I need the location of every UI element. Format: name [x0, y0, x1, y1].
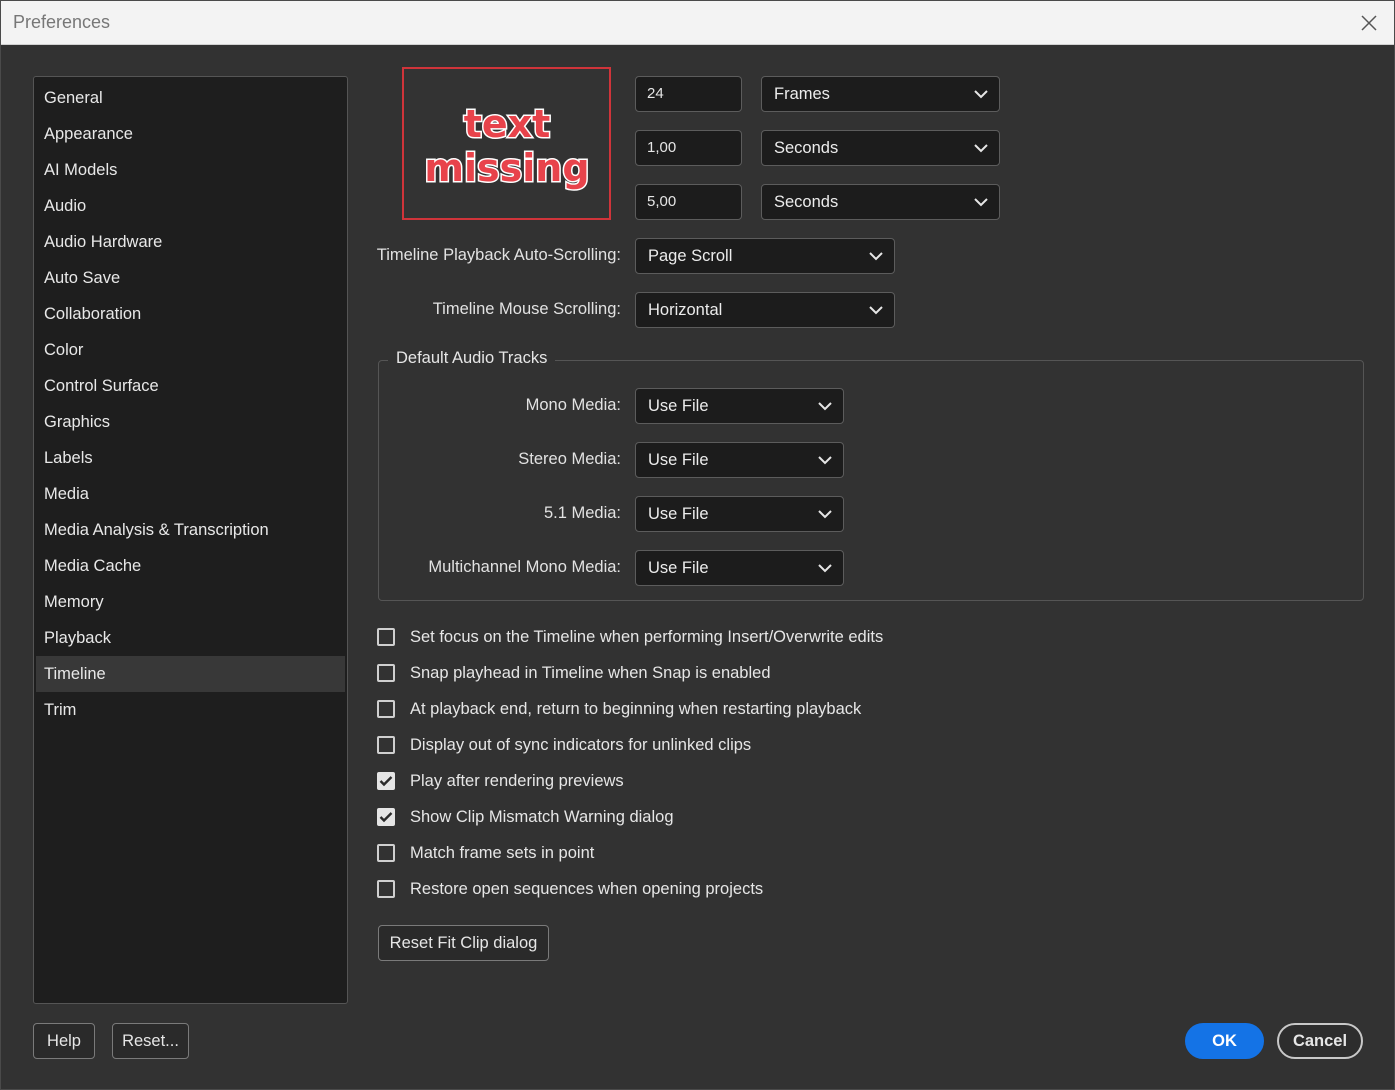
sidebar-item-media-analysis[interactable]: Media Analysis & Transcription: [36, 512, 345, 548]
chevron-down-icon: [818, 510, 832, 519]
sidebar-item-memory[interactable]: Memory: [36, 584, 345, 620]
duration-field-3[interactable]: 5,00: [635, 184, 742, 220]
checkbox-label: Snap playhead in Timeline when Snap is e…: [410, 663, 771, 682]
multichannel-mono-label: Multichannel Mono Media:: [428, 558, 621, 576]
duration-unit-dropdown-1[interactable]: Frames: [761, 76, 1000, 112]
stereo-media-label: Stereo Media:: [518, 450, 621, 468]
checkbox-box[interactable]: [377, 772, 395, 790]
dropdown-value: Seconds: [774, 193, 839, 211]
checkbox-box[interactable]: [377, 808, 395, 826]
sidebar-item-ai-models[interactable]: AI Models: [36, 152, 345, 188]
auto-scrolling-dropdown[interactable]: Page Scroll: [635, 238, 895, 274]
checkbox-match-frame[interactable]: Match frame sets in point: [377, 841, 594, 865]
sidebar-item-audio[interactable]: Audio: [36, 188, 345, 224]
sidebar-item-color[interactable]: Color: [36, 332, 345, 368]
mouse-scrolling-dropdown[interactable]: Horizontal: [635, 292, 895, 328]
ok-button[interactable]: OK: [1185, 1023, 1264, 1059]
dropdown-value: Horizontal: [648, 301, 723, 319]
dropdown-value: Page Scroll: [648, 247, 733, 265]
sidebar-item-playback[interactable]: Playback: [36, 620, 345, 656]
multichannel-mono-dropdown[interactable]: Use File: [635, 550, 844, 586]
sidebar-item-audio-hardware[interactable]: Audio Hardware: [36, 224, 345, 260]
dropdown-value: Use File: [648, 397, 709, 415]
dropdown-value: Use File: [648, 559, 709, 577]
surround-media-label: 5.1 Media:: [543, 504, 621, 522]
checkbox-label: Match frame sets in point: [410, 843, 595, 862]
chevron-down-icon: [818, 564, 832, 573]
svg-text:text: text: [463, 102, 550, 146]
sidebar-item-appearance[interactable]: Appearance: [36, 116, 345, 152]
chevron-down-icon: [818, 402, 832, 411]
window-title: Preferences: [13, 12, 111, 32]
help-button[interactable]: Help: [33, 1023, 95, 1059]
stereo-media-dropdown[interactable]: Use File: [635, 442, 844, 478]
group-title: Default Audio Tracks: [388, 349, 556, 368]
chevron-down-icon: [974, 144, 988, 153]
dropdown-value: Use File: [648, 505, 709, 523]
sidebar-item-graphics[interactable]: Graphics: [36, 404, 345, 440]
missing-text-placeholder: text missing: [402, 67, 611, 220]
svg-text:missing: missing: [424, 146, 589, 190]
preferences-dialog: Preferences General Appearance AI Models…: [0, 0, 1395, 1090]
missing-text-graphic: text missing: [422, 100, 590, 191]
chevron-down-icon: [869, 252, 883, 261]
mono-media-label: Mono Media:: [525, 396, 621, 414]
sidebar-item-media[interactable]: Media: [36, 476, 345, 512]
sidebar-item-labels[interactable]: Labels: [36, 440, 345, 476]
sidebar-item-auto-save[interactable]: Auto Save: [36, 260, 345, 296]
checkbox-label: At playback end, return to beginning whe…: [410, 699, 862, 718]
close-button[interactable]: [1353, 7, 1385, 39]
reset-fit-clip-button[interactable]: Reset Fit Clip dialog: [378, 925, 549, 961]
checkbox-box[interactable]: [377, 736, 395, 754]
checkmark-icon: [379, 812, 393, 823]
duration-field-2[interactable]: 1,00: [635, 130, 742, 166]
sidebar-item-general[interactable]: General: [36, 80, 345, 116]
checkbox-set-focus[interactable]: Set focus on the Timeline when performin…: [377, 625, 883, 649]
cancel-button[interactable]: Cancel: [1277, 1023, 1363, 1059]
checkbox-label: Play after rendering previews: [410, 771, 624, 790]
checkbox-play-after-render[interactable]: Play after rendering previews: [377, 769, 624, 793]
checkbox-label: Restore open sequences when opening proj…: [410, 879, 764, 898]
checkmark-icon: [379, 776, 393, 787]
chevron-down-icon: [974, 90, 988, 99]
sidebar-item-timeline[interactable]: Timeline: [36, 656, 345, 692]
checkbox-restore-sequences[interactable]: Restore open sequences when opening proj…: [377, 877, 763, 901]
checkbox-box[interactable]: [377, 664, 395, 682]
sidebar-item-trim[interactable]: Trim: [36, 692, 345, 728]
checkbox-label: Display out of sync indicators for unlin…: [410, 735, 752, 754]
dropdown-value: Use File: [648, 451, 709, 469]
dropdown-value: Seconds: [774, 139, 839, 157]
close-icon: [1361, 15, 1377, 31]
reset-button[interactable]: Reset...: [112, 1023, 189, 1059]
chevron-down-icon: [974, 198, 988, 207]
dropdown-value: Frames: [774, 85, 830, 103]
checkbox-label: Set focus on the Timeline when performin…: [410, 627, 884, 646]
category-list: General Appearance AI Models Audio Audio…: [33, 76, 348, 1004]
chevron-down-icon: [818, 456, 832, 465]
title-bar: Preferences: [1, 1, 1394, 45]
mouse-scrolling-label: Timeline Mouse Scrolling:: [432, 300, 621, 318]
duration-field-1[interactable]: 24: [635, 76, 742, 112]
mono-media-dropdown[interactable]: Use File: [635, 388, 844, 424]
sidebar-item-collaboration[interactable]: Collaboration: [36, 296, 345, 332]
auto-scrolling-label: Timeline Playback Auto-Scrolling:: [376, 246, 621, 264]
checkbox-box[interactable]: [377, 700, 395, 718]
sidebar-item-control-surface[interactable]: Control Surface: [36, 368, 345, 404]
checkbox-clip-mismatch[interactable]: Show Clip Mismatch Warning dialog: [377, 805, 674, 829]
checkbox-box[interactable]: [377, 880, 395, 898]
checkbox-snap-playhead[interactable]: Snap playhead in Timeline when Snap is e…: [377, 661, 771, 685]
surround-media-dropdown[interactable]: Use File: [635, 496, 844, 532]
checkbox-label: Show Clip Mismatch Warning dialog: [410, 807, 674, 826]
checkbox-return-to-beginning[interactable]: At playback end, return to beginning whe…: [377, 697, 861, 721]
checkbox-box[interactable]: [377, 844, 395, 862]
duration-unit-dropdown-2[interactable]: Seconds: [761, 130, 1000, 166]
checkbox-box[interactable]: [377, 628, 395, 646]
sidebar-item-media-cache[interactable]: Media Cache: [36, 548, 345, 584]
checkbox-out-of-sync[interactable]: Display out of sync indicators for unlin…: [377, 733, 751, 757]
chevron-down-icon: [869, 306, 883, 315]
duration-unit-dropdown-3[interactable]: Seconds: [761, 184, 1000, 220]
